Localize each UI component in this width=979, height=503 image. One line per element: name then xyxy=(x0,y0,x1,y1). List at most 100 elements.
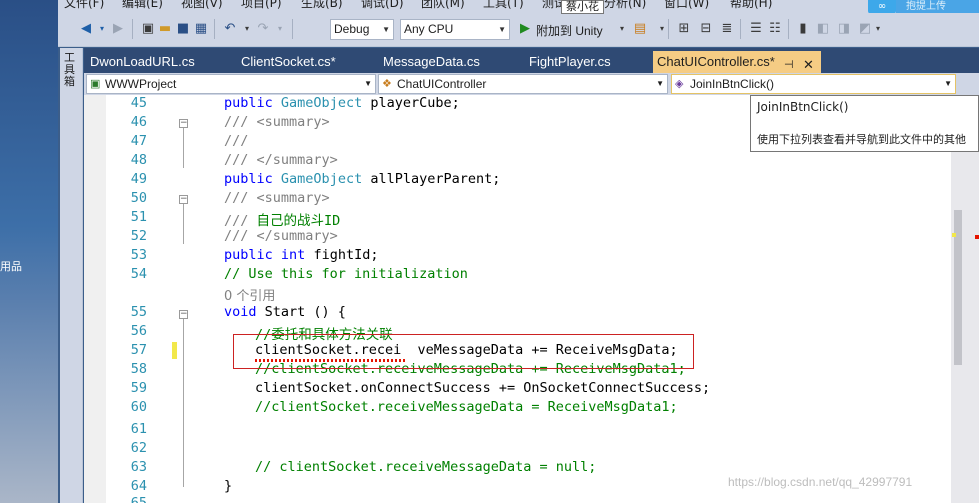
line-number: 57 xyxy=(130,342,147,358)
line-number: 54 xyxy=(130,266,147,282)
new-project-icon[interactable]: ▣ xyxy=(140,21,156,37)
code-line[interactable]: /// </summary> xyxy=(224,228,338,244)
line-number: 56 xyxy=(130,323,147,339)
line-number: 51 xyxy=(130,209,147,225)
menu-help[interactable]: 帮助(H) xyxy=(730,0,772,11)
code-line[interactable]: // Use this for initialization xyxy=(224,266,468,282)
fold-toggle-icon[interactable]: − xyxy=(179,310,188,319)
menu-edit[interactable]: 编辑(E) xyxy=(122,0,163,11)
class-icon: ❖ xyxy=(382,78,392,90)
menu-team[interactable]: 团队(M) xyxy=(421,0,465,11)
solution-config-value: Debug xyxy=(334,22,370,36)
line-number: 58 xyxy=(130,361,147,377)
menu-build[interactable]: 生成(B) xyxy=(301,0,343,11)
tooltip-title: JoinInBtnClick() xyxy=(757,100,849,114)
platform-select[interactable]: Any CPU ▼ xyxy=(400,19,510,40)
toolbox-panel[interactable]: 工具箱 xyxy=(60,48,83,503)
next-bookmark-icon[interactable]: ◨ xyxy=(836,21,852,37)
play-icon[interactable]: ▶ xyxy=(517,21,533,37)
code-line[interactable]: /// </summary> xyxy=(224,152,338,168)
redo-dropdown-icon[interactable]: ▾ xyxy=(272,21,288,37)
code-editor[interactable]: − − − 45 public GameObject playerCube; 4… xyxy=(84,95,951,503)
tab-chat-ui-controller[interactable]: ChatUIController.cs* ⊣ ✕ xyxy=(653,51,821,73)
menu-project[interactable]: 项目(P) xyxy=(241,0,282,11)
highlight-box xyxy=(233,334,694,369)
fold-toggle-icon[interactable]: − xyxy=(179,195,188,204)
save-all-icon[interactable]: ▦ xyxy=(193,21,209,37)
line-number: 49 xyxy=(130,171,147,187)
code-line[interactable]: public GameObject allPlayerParent; xyxy=(224,171,500,187)
menu-analyze[interactable]: 分析(N) xyxy=(604,0,646,11)
tab-message-data[interactable]: MessageData.cs xyxy=(383,51,480,73)
code-line[interactable]: /// <summary> xyxy=(224,114,330,130)
prev-bookmark-icon[interactable]: ◧ xyxy=(815,21,831,37)
indicator-margin xyxy=(84,95,106,503)
save-icon[interactable]: ■ xyxy=(175,21,191,37)
tab-label: ChatUIController.cs* xyxy=(657,54,775,69)
scroll-change-marker xyxy=(952,233,956,237)
project-select[interactable]: ▣ WWWProject ▼ xyxy=(86,74,376,94)
tab-fight-player[interactable]: FightPlayer.cs xyxy=(529,51,611,73)
solution-config-select[interactable]: Debug ▼ xyxy=(330,19,394,40)
toolbar: ◀ ▾ ▶ ▣ ▬ ■ ▦ ↶ ▾ ↷ ▾ Debug ▼ Any CPU ▼ ▶ … xyxy=(58,13,979,47)
back-dropdown-icon[interactable]: ▾ xyxy=(94,21,110,37)
code-line[interactable]: } xyxy=(224,478,232,494)
line-number: 62 xyxy=(130,440,147,456)
forward-icon[interactable]: ▶ xyxy=(110,21,126,37)
comment-icon[interactable]: ☰ xyxy=(748,21,764,37)
menu-tools[interactable]: 工具(T) xyxy=(483,0,524,11)
toolbar-overflow-icon[interactable]: ▾ xyxy=(870,21,886,37)
toolbox-label[interactable]: 工具箱 xyxy=(64,52,78,88)
tab-client-socket[interactable]: ClientSocket.cs* xyxy=(241,51,336,73)
back-icon[interactable]: ◀ xyxy=(78,21,94,37)
code-line[interactable]: /// 自己的战斗ID xyxy=(224,209,340,229)
line-number: 46 xyxy=(130,114,147,130)
menu-file[interactable]: 文件(F) xyxy=(64,0,104,11)
member-select[interactable]: ◈ JoinInBtnClick() ▼ xyxy=(671,74,956,94)
code-line[interactable]: void Start () { xyxy=(224,304,346,320)
properties-icon[interactable]: ⊟ xyxy=(698,21,714,37)
close-icon[interactable]: ✕ xyxy=(803,54,814,75)
solution-explorer-icon[interactable]: ⊞ xyxy=(676,21,692,37)
line-number: 60 xyxy=(130,399,147,415)
menu-window[interactable]: 窗口(W) xyxy=(664,0,709,11)
code-line[interactable]: /// <summary> xyxy=(224,190,330,206)
scroll-error-marker xyxy=(975,235,979,239)
redo-icon[interactable]: ↷ xyxy=(255,21,271,37)
undo-icon[interactable]: ↶ xyxy=(222,21,238,37)
bookmark-icon[interactable]: ▮ xyxy=(795,21,811,37)
run-dropdown-icon[interactable]: ▾ xyxy=(614,21,630,37)
reference-count[interactable]: 0 个引用 xyxy=(224,285,275,304)
line-number: 64 xyxy=(130,478,147,494)
fold-guide xyxy=(183,204,184,244)
menu-view[interactable]: 视图(V) xyxy=(181,0,223,11)
fold-toggle-icon[interactable]: − xyxy=(179,119,188,128)
code-line[interactable]: clientSocket.onConnectSuccess += OnSocke… xyxy=(255,380,710,396)
class-select[interactable]: ❖ ChatUIController ▼ xyxy=(378,74,668,94)
attach-unity-button[interactable]: 附加到 Unity xyxy=(536,22,603,39)
open-folder-icon[interactable]: ▬ xyxy=(157,21,173,37)
class-view-icon[interactable]: ≣ xyxy=(719,21,735,37)
cloud-icon[interactable]: ∞ xyxy=(868,0,896,13)
desktop-background: 用品 xyxy=(0,0,58,503)
vertical-scrollbar[interactable] xyxy=(951,95,979,503)
code-line[interactable]: // clientSocket.receiveMessageData = nul… xyxy=(255,459,596,475)
line-number: 53 xyxy=(130,247,147,263)
code-line[interactable]: //clientSocket.receiveMessageData = Rece… xyxy=(255,399,678,415)
cloud-upload-button[interactable]: 抱提上传 xyxy=(896,0,979,13)
tab-download-url[interactable]: DwonLoadURL.cs xyxy=(90,51,195,73)
menu-debug[interactable]: 调试(D) xyxy=(361,0,404,11)
chevron-down-icon: ▼ xyxy=(364,79,372,88)
code-line[interactable]: public int fightId; xyxy=(224,247,378,263)
line-number: 65 xyxy=(130,495,147,503)
line-number: 52 xyxy=(130,228,147,244)
toolbar-separator xyxy=(668,19,669,39)
code-line[interactable]: /// xyxy=(224,133,248,149)
code-line[interactable]: public GameObject playerCube; xyxy=(224,95,460,111)
navigation-bar: ▣ WWWProject ▼ ❖ ChatUIController ▼ ◈ JoinInB… xyxy=(84,73,979,95)
line-number: 50 xyxy=(130,190,147,206)
find-icon[interactable]: ▤ xyxy=(632,21,648,37)
undo-dropdown-icon[interactable]: ▾ xyxy=(239,21,255,37)
document-tab-bar: DwonLoadURL.cs ClientSocket.cs* MessageD… xyxy=(84,48,979,73)
uncomment-icon[interactable]: ☷ xyxy=(767,21,783,37)
